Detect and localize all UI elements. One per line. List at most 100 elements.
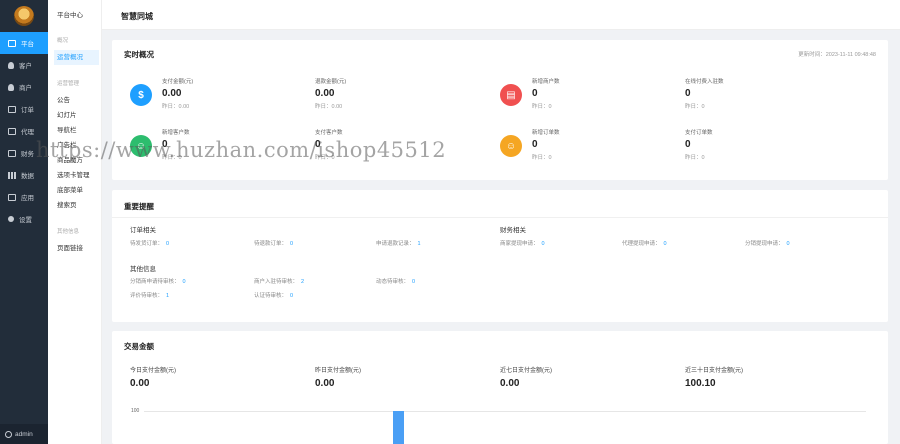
nav-item-apps[interactable]: 应用 bbox=[0, 186, 48, 208]
nav-item-orders[interactable]: 订单 bbox=[0, 98, 48, 120]
reminder-post-review[interactable]: 动态待审核： 0 bbox=[376, 277, 415, 285]
users-icon: ☺ bbox=[130, 135, 152, 157]
stat-label: 退款金额(元) bbox=[315, 79, 347, 85]
reminder-distributor-withdraw[interactable]: 分销提现申请： 0 bbox=[745, 239, 790, 247]
avatar-icon bbox=[5, 430, 12, 438]
stat-value: 0 bbox=[532, 88, 538, 99]
realtime-overview-card: 实时概况 更新时间：2023-11-11 09:48:48 $ 支付金额(元) … bbox=[112, 40, 888, 180]
nav-item-finance[interactable]: 财务 bbox=[0, 142, 48, 164]
finance-section-label: 财务相关 bbox=[500, 227, 526, 234]
stat-pay-amount: 支付金额(元) 0.00 昨日：0.00 bbox=[162, 77, 193, 110]
nav-item-platform[interactable]: 平台 bbox=[0, 32, 48, 54]
subnav-item-operations-overview[interactable]: 运营概况 bbox=[54, 50, 99, 65]
stat-new-orders: 新增订单数 0 昨日：0 bbox=[532, 128, 560, 161]
nav-item-data[interactable]: 数据 bbox=[0, 164, 48, 186]
gear-icon bbox=[8, 216, 14, 222]
subnav-item-tabs[interactable]: 选项卡管理 bbox=[48, 168, 101, 183]
nav-label: 商户 bbox=[19, 85, 32, 92]
orders-section-label: 订单相关 bbox=[130, 227, 156, 234]
chart-icon bbox=[8, 171, 16, 179]
reminder-count: 0 bbox=[663, 241, 667, 247]
stat-value: 0.00 bbox=[162, 88, 182, 99]
reminder-count: 0 bbox=[541, 241, 545, 247]
reminder-count: 0 bbox=[166, 241, 170, 247]
secondary-sidebar: 平台中心 概况 运营概况 运营管理 公告 幻灯片 导航栏 广告栏 商品魔方 选项… bbox=[48, 0, 102, 444]
gridline bbox=[144, 411, 866, 412]
subnav-item-ads[interactable]: 广告栏 bbox=[48, 138, 101, 153]
subnav-item-announcements[interactable]: 公告 bbox=[48, 93, 101, 108]
top-bar: 智慧同城 bbox=[102, 0, 900, 30]
flag-icon bbox=[8, 127, 16, 135]
reminder-count: 0 bbox=[290, 241, 294, 247]
reminder-label: 认证待审核： bbox=[254, 293, 288, 299]
users-icon bbox=[8, 83, 14, 91]
reminder-count: 1 bbox=[417, 241, 421, 247]
chart-bar bbox=[393, 411, 404, 444]
divider bbox=[112, 217, 888, 218]
stat-yesterday: 昨日：0.00 bbox=[315, 104, 343, 110]
stat-online-paid-entries: 在线付费入驻数 0 昨日：0 bbox=[685, 77, 724, 110]
stat-label: 支付订单数 bbox=[685, 130, 713, 136]
list-icon bbox=[8, 105, 16, 113]
stat-label: 在线付费入驻数 bbox=[685, 79, 724, 85]
reminder-pending-shipment[interactable]: 待发货订单： 0 bbox=[130, 239, 169, 247]
reminder-agent-withdraw[interactable]: 代理提现申请： 0 bbox=[622, 239, 667, 247]
subnav-item-navbar[interactable]: 导航栏 bbox=[48, 123, 101, 138]
reminder-label: 分销提现申请： bbox=[745, 241, 784, 247]
reminder-verification-review[interactable]: 认证待审核： 0 bbox=[254, 291, 293, 299]
trade-amount-card: 交易金额 今日支付金额(元) 0.00 昨日支付金额(元) 0.00 近七日支付… bbox=[112, 331, 888, 444]
nav-label: 设置 bbox=[19, 217, 32, 224]
updated-time: 更新时间：2023-11-11 09:48:48 bbox=[798, 52, 876, 58]
nav-item-agents[interactable]: 代理 bbox=[0, 120, 48, 142]
nav-label: 代理 bbox=[21, 129, 34, 136]
nav-label: 数据 bbox=[21, 173, 34, 180]
reminder-label: 动态待审核： bbox=[376, 279, 410, 285]
reminder-merchant-review[interactable]: 商户入驻待审核： 2 bbox=[254, 277, 304, 285]
nav-label: 财务 bbox=[21, 151, 34, 158]
reminder-refund-requests[interactable]: 申请退款记录： 1 bbox=[376, 239, 421, 247]
wallet-icon bbox=[8, 149, 16, 157]
order-icon: ☺ bbox=[500, 135, 522, 157]
reminder-label: 申请退款记录： bbox=[376, 241, 415, 247]
reminder-count: 0 bbox=[290, 293, 294, 299]
stat-new-customers: 新增客户数 0 昨日：0 bbox=[162, 128, 190, 161]
reminder-merchant-withdraw[interactable]: 商家提现申请： 0 bbox=[500, 239, 545, 247]
money-bag-icon: $ bbox=[130, 84, 152, 106]
stat-value: 0 bbox=[685, 139, 691, 150]
reminder-label: 评价待审核： bbox=[130, 293, 164, 299]
user-menu[interactable]: admin bbox=[0, 424, 48, 444]
subnav-item-product-cube[interactable]: 商品魔方 bbox=[48, 153, 101, 168]
user-icon bbox=[8, 61, 14, 69]
subnav-item-bottom-menu[interactable]: 底部菜单 bbox=[48, 183, 101, 198]
stat-new-merchants: 新增商户数 0 昨日：0 bbox=[532, 77, 560, 110]
nav-item-settings[interactable]: 设置 bbox=[0, 208, 48, 230]
reminder-label: 分销商申请待审核： bbox=[130, 279, 180, 285]
subnav-group-overview: 概况 bbox=[57, 38, 69, 44]
stat-refund-amount: 退款金额(元) 0.00 昨日：0.00 bbox=[315, 77, 346, 110]
subnav-item-page-links[interactable]: 页面链接 bbox=[48, 241, 101, 256]
reminder-pending-refund[interactable]: 待退款订单： 0 bbox=[254, 239, 293, 247]
card-title: 重要提醒 bbox=[124, 202, 154, 211]
reminder-distributor-review[interactable]: 分销商申请待审核： 0 bbox=[130, 277, 186, 285]
subnav-item-slides[interactable]: 幻灯片 bbox=[48, 108, 101, 123]
nav-item-merchants[interactable]: 商户 bbox=[0, 76, 48, 98]
card-title: 实时概况 bbox=[124, 50, 154, 59]
stat-label: 支付金额(元) bbox=[162, 79, 194, 85]
main-nav: 平台 客户 商户 订单 代理 财务 数据 应用 设置 bbox=[0, 32, 48, 230]
nav-label: 应用 bbox=[21, 195, 34, 202]
other-section-label: 其他信息 bbox=[130, 266, 156, 273]
stat-yesterday: 昨日：0.00 bbox=[162, 104, 190, 110]
nav-item-customers[interactable]: 客户 bbox=[0, 54, 48, 76]
stat-value: 0 bbox=[162, 139, 168, 150]
reminder-count: 0 bbox=[412, 279, 416, 285]
reminder-count: 1 bbox=[166, 293, 170, 299]
subnav-item-search-page[interactable]: 搜索页 bbox=[48, 198, 101, 213]
stat-yesterday: 昨日：0 bbox=[315, 155, 335, 161]
reminder-label: 商家提现申请： bbox=[500, 241, 539, 247]
main-sidebar: 平台 客户 商户 订单 代理 财务 数据 应用 设置 admin bbox=[0, 0, 48, 444]
stat-yesterday: 昨日：0 bbox=[685, 104, 705, 110]
reminder-review-moderation[interactable]: 评价待审核： 1 bbox=[130, 291, 169, 299]
username: admin bbox=[15, 430, 33, 438]
reminder-label: 商户入驻待审核： bbox=[254, 279, 299, 285]
stat-label: 新增订单数 bbox=[532, 130, 560, 136]
